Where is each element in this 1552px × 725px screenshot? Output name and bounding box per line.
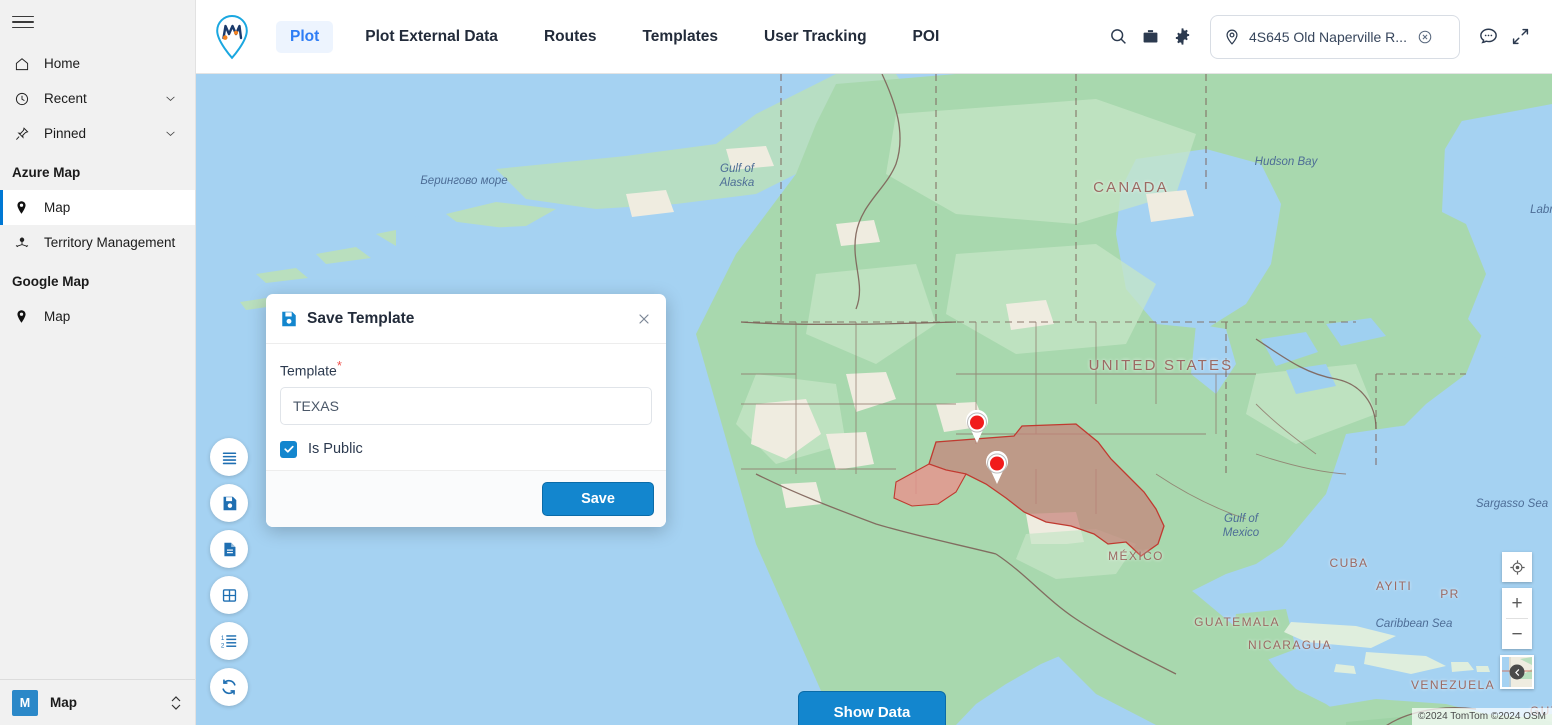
gear-icon[interactable] bbox=[1166, 21, 1198, 53]
app-badge: M bbox=[12, 689, 38, 716]
map-style-toggle[interactable] bbox=[1500, 655, 1534, 689]
app-name-label: Map bbox=[50, 695, 77, 710]
crosshair-icon[interactable] bbox=[1502, 552, 1532, 582]
zoom-out-button[interactable]: − bbox=[1502, 619, 1532, 649]
chevron-left-icon bbox=[1509, 664, 1525, 680]
is-public-label[interactable]: Is Public bbox=[308, 441, 363, 457]
location-pin-icon bbox=[1223, 28, 1241, 46]
expand-icon[interactable] bbox=[1504, 21, 1536, 53]
dialog-body: Template* Is Public bbox=[266, 344, 666, 471]
sidebar-item-home[interactable]: Home bbox=[0, 46, 195, 81]
grid-table-icon[interactable] bbox=[210, 576, 248, 614]
sidebar-group-title-google: Google Map bbox=[12, 274, 90, 289]
app-root: Home Recent Pinned Azure Map Map Territo… bbox=[0, 0, 1552, 725]
location-search-box[interactable]: 4S645 Old Naperville R... bbox=[1210, 14, 1460, 59]
map-marker-2[interactable] bbox=[984, 451, 1010, 485]
location-pin-icon bbox=[14, 200, 36, 215]
search-input[interactable]: 4S645 Old Naperville R... bbox=[1249, 29, 1407, 45]
is-public-checkbox[interactable] bbox=[280, 440, 297, 458]
map-attribution: ©2024 TomTom ©2024 OSM bbox=[1412, 708, 1552, 725]
sidebar-item-territory-management[interactable]: Territory Management bbox=[0, 225, 195, 260]
save-button[interactable]: Save bbox=[542, 481, 654, 516]
sidebar-item-label: Pinned bbox=[44, 126, 87, 141]
sidebar-app-switcher[interactable]: M Map bbox=[0, 679, 195, 725]
tab-poi[interactable]: POI bbox=[899, 21, 954, 53]
sidebar-item-label: Home bbox=[44, 56, 81, 71]
territory-icon bbox=[14, 235, 36, 251]
location-pin-icon bbox=[14, 309, 36, 324]
template-label-text: Template bbox=[280, 362, 337, 379]
sidebar: Home Recent Pinned Azure Map Map Territo… bbox=[0, 0, 196, 725]
tab-plot[interactable]: Plot bbox=[276, 20, 334, 53]
clear-circle-icon[interactable] bbox=[1417, 29, 1433, 45]
tab-routes[interactable]: Routes bbox=[530, 21, 611, 53]
dialog-footer: Save bbox=[266, 470, 666, 527]
sidebar-item-label: Map bbox=[44, 309, 71, 324]
dialog-header: Save Template bbox=[266, 294, 666, 344]
refresh-icon[interactable] bbox=[210, 668, 248, 706]
template-field-label: Template* bbox=[280, 358, 652, 379]
numbered-list-icon[interactable]: 1 2 bbox=[210, 622, 248, 660]
sidebar-group-title-azure: Azure Map bbox=[12, 165, 81, 180]
save-template-dialog: Save Template Template* TEXAS Is Public … bbox=[266, 294, 666, 527]
map-tool-rail: 1 2 bbox=[210, 438, 248, 706]
chevron-down-icon[interactable] bbox=[164, 92, 177, 105]
chat-icon[interactable] bbox=[1472, 21, 1504, 53]
zoom-in-button[interactable]: + bbox=[1502, 588, 1532, 618]
search-icon[interactable] bbox=[1102, 21, 1134, 53]
floppy-save-icon[interactable] bbox=[210, 484, 248, 522]
main-area: Plot Plot External Data Routes Templates… bbox=[196, 0, 1552, 725]
sidebar-primary-nav: Home Recent Pinned Azure Map Map Territo… bbox=[0, 44, 195, 334]
main-tabs: Plot Plot External Data Routes Templates… bbox=[276, 20, 954, 53]
map-controls: + − bbox=[1500, 552, 1534, 689]
clock-icon bbox=[14, 91, 36, 107]
floppy-save-icon bbox=[280, 310, 298, 328]
tab-templates[interactable]: Templates bbox=[628, 21, 732, 53]
required-marker: * bbox=[336, 358, 342, 373]
template-name-input[interactable] bbox=[280, 386, 652, 425]
tab-plot-external-data[interactable]: Plot External Data bbox=[351, 21, 512, 53]
close-icon[interactable] bbox=[636, 311, 652, 327]
is-public-row: Is Public bbox=[280, 440, 652, 458]
chevron-down-icon[interactable] bbox=[164, 127, 177, 140]
zoom-control: + − bbox=[1502, 588, 1532, 649]
locate-control bbox=[1502, 552, 1532, 582]
tab-user-tracking[interactable]: User Tracking bbox=[750, 21, 881, 53]
show-data-button[interactable]: Show Data bbox=[798, 691, 946, 725]
menu-icon[interactable] bbox=[0, 0, 195, 44]
sidebar-item-label: Territory Management bbox=[44, 235, 176, 250]
map-canvas[interactable]: Берингово море Gulf of Alaska Hudson Bay … bbox=[196, 74, 1552, 725]
briefcase-icon[interactable] bbox=[1134, 21, 1166, 53]
pin-icon bbox=[14, 126, 36, 142]
map-pin-logo[interactable] bbox=[196, 13, 268, 61]
list-lines-icon[interactable] bbox=[210, 438, 248, 476]
app-header: Plot Plot External Data Routes Templates… bbox=[196, 0, 1552, 74]
home-icon bbox=[14, 56, 36, 72]
chevron-updown-icon[interactable] bbox=[169, 694, 183, 712]
sidebar-item-recent[interactable]: Recent bbox=[0, 81, 195, 116]
sidebar-item-pinned[interactable]: Pinned bbox=[0, 116, 195, 151]
svg-text:2: 2 bbox=[221, 642, 225, 649]
svg-text:1: 1 bbox=[221, 635, 225, 642]
dialog-title: Save Template bbox=[307, 309, 415, 327]
sidebar-item-label: Recent bbox=[44, 91, 87, 106]
sidebar-item-google-map[interactable]: Map bbox=[0, 299, 195, 334]
sidebar-item-azure-map[interactable]: Map bbox=[0, 190, 195, 225]
sidebar-item-label: Map bbox=[44, 200, 71, 215]
hamburger-bars bbox=[12, 12, 34, 33]
header-actions: 4S645 Old Naperville R... bbox=[1102, 14, 1552, 59]
map-marker-1[interactable] bbox=[964, 410, 990, 444]
document-icon[interactable] bbox=[210, 530, 248, 568]
